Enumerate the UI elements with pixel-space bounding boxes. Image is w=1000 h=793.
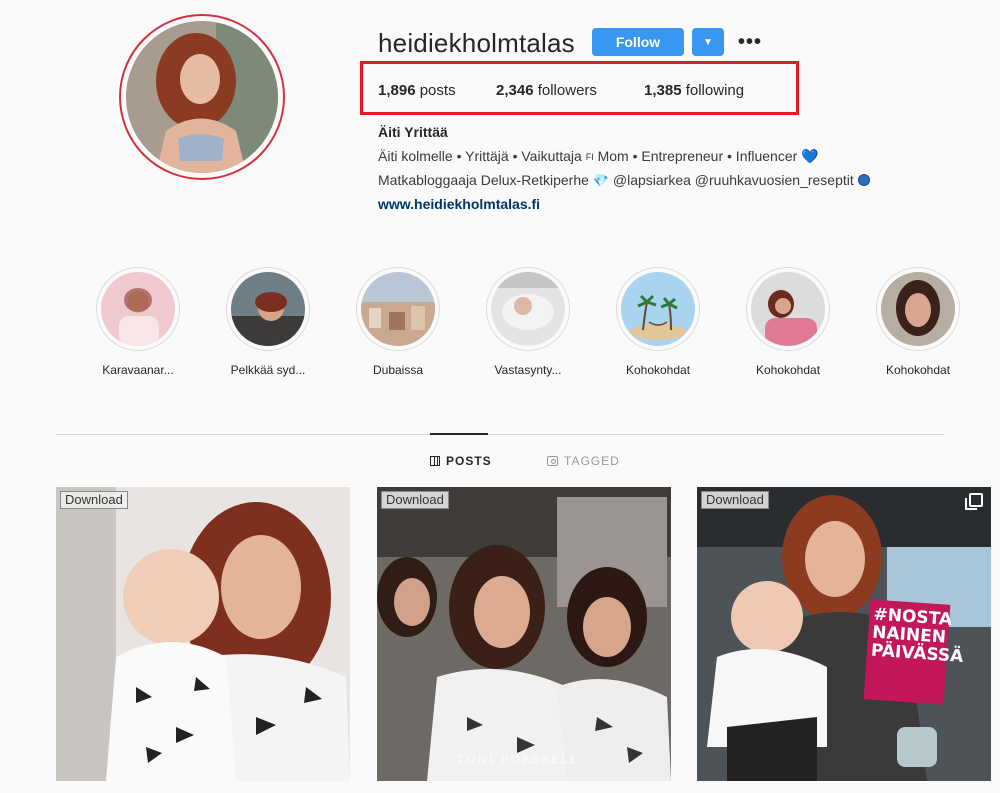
posts-label: posts bbox=[419, 82, 456, 99]
bio-line-1-text-a: Äiti kolmelle • Yrittäjä • Vaikuttaja bbox=[378, 148, 582, 164]
active-tab-indicator bbox=[430, 433, 488, 435]
highlight-label: Kohokohdat bbox=[755, 363, 821, 377]
post-photo bbox=[56, 487, 350, 781]
download-overlay[interactable]: Download bbox=[381, 491, 449, 509]
blue-heart-icon: 💙 bbox=[801, 148, 819, 164]
story-highlight[interactable]: Karavaanar... bbox=[96, 267, 180, 377]
post-photo bbox=[377, 487, 671, 781]
story-highlight[interactable]: Dubaissa bbox=[356, 267, 440, 377]
posts-count: 1,896 bbox=[378, 82, 416, 99]
story-highlight[interactable]: Pelkkää syd... bbox=[226, 267, 310, 377]
followers-stat[interactable]: 2,346 followers bbox=[496, 82, 597, 99]
highlight-cover bbox=[881, 272, 955, 346]
gem-icon: 💎 bbox=[592, 173, 609, 188]
highlight-cover bbox=[621, 272, 695, 346]
highlight-cover-ring bbox=[746, 267, 830, 351]
following-count: 1,385 bbox=[644, 82, 682, 99]
bio-mentions[interactable]: @lapsiarkea @ruuhkavuosien_reseptit bbox=[613, 172, 854, 188]
bio-website-link[interactable]: www.heidiekholmtalas.fi bbox=[378, 196, 540, 212]
post-thumbnail[interactable]: Download TONI FORSSELL bbox=[377, 487, 671, 781]
bio-line-1-text-b: Mom • Entrepreneur • Influencer bbox=[597, 148, 798, 164]
tab-tagged-label: TAGGED bbox=[564, 454, 620, 468]
highlight-cover bbox=[491, 272, 565, 346]
posts-count-stat: 1,896 posts bbox=[378, 82, 456, 99]
finland-flag-icon: FI bbox=[585, 152, 594, 162]
highlight-cover bbox=[101, 272, 175, 346]
followers-label: followers bbox=[537, 82, 597, 99]
highlight-cover-ring bbox=[876, 267, 960, 351]
follow-button[interactable]: Follow bbox=[592, 28, 684, 56]
highlight-cover bbox=[751, 272, 825, 346]
carousel-icon bbox=[965, 493, 983, 510]
caret-down-icon: ▼ bbox=[703, 36, 713, 48]
tab-posts-label: POSTS bbox=[446, 454, 492, 468]
profile-avatar-ring[interactable] bbox=[119, 14, 285, 180]
bio-line-2-text-a: Matkabloggaaja Delux-Retkiperhe bbox=[378, 172, 589, 188]
tabs-divider bbox=[56, 434, 944, 435]
highlight-label: Pelkkää syd... bbox=[230, 363, 306, 377]
story-highlight[interactable]: Vastasynty... bbox=[486, 267, 570, 377]
highlight-label: Kohokohdat bbox=[625, 363, 691, 377]
tab-posts[interactable]: POSTS bbox=[430, 454, 492, 468]
bio-line-2: Matkabloggaaja Delux-Retkiperhe 💎 @lapsi… bbox=[378, 172, 870, 189]
photographer-watermark: TONI FORSSELL bbox=[457, 753, 580, 766]
highlight-label: Karavaanar... bbox=[102, 363, 174, 377]
following-label: following bbox=[685, 82, 745, 99]
post-thumbnail[interactable]: #NOSTA NAINEN PÄIVÄSSÄ Download bbox=[697, 487, 991, 781]
highlight-cover-ring bbox=[356, 267, 440, 351]
more-options-icon: ••• bbox=[738, 30, 763, 53]
highlight-cover-ring bbox=[96, 267, 180, 351]
globe-icon bbox=[857, 174, 870, 186]
avatar-photo bbox=[126, 21, 278, 173]
bio-line-1: Äiti kolmelle • Yrittäjä • Vaikuttaja FI… bbox=[378, 148, 819, 165]
following-stat[interactable]: 1,385 following bbox=[644, 82, 744, 99]
highlight-cover-ring bbox=[616, 267, 700, 351]
book-cover: #NOSTA NAINEN PÄIVÄSSÄ bbox=[863, 599, 964, 705]
palm-tree-icon bbox=[621, 272, 695, 346]
bio-full-name: Äiti Yrittää bbox=[378, 124, 448, 140]
more-options-button[interactable]: ••• bbox=[738, 30, 762, 54]
suggestions-dropdown-button[interactable]: ▼ bbox=[692, 28, 724, 56]
highlight-label: Vastasynty... bbox=[494, 363, 562, 377]
highlight-cover bbox=[231, 272, 305, 346]
story-highlight[interactable]: Kohokohdat bbox=[746, 267, 830, 377]
profile-username: heidiekholmtalas bbox=[378, 28, 575, 58]
tagged-icon bbox=[547, 456, 558, 466]
tab-tagged[interactable]: TAGGED bbox=[547, 454, 620, 468]
download-overlay[interactable]: Download bbox=[60, 491, 128, 509]
followers-count: 2,346 bbox=[496, 82, 534, 99]
highlight-label: Dubaissa bbox=[372, 363, 424, 377]
highlight-label: Kohokohdat bbox=[885, 363, 951, 377]
grid-icon bbox=[430, 456, 440, 466]
post-thumbnail[interactable]: Download bbox=[56, 487, 350, 781]
highlight-cover-ring bbox=[486, 267, 570, 351]
download-overlay[interactable]: Download bbox=[701, 491, 769, 509]
highlight-cover bbox=[361, 272, 435, 346]
profile-avatar[interactable] bbox=[126, 21, 278, 173]
highlight-cover-ring bbox=[226, 267, 310, 351]
story-highlight[interactable]: Kohokohdat bbox=[616, 267, 700, 377]
story-highlight[interactable]: Kohokohdat bbox=[876, 267, 960, 377]
